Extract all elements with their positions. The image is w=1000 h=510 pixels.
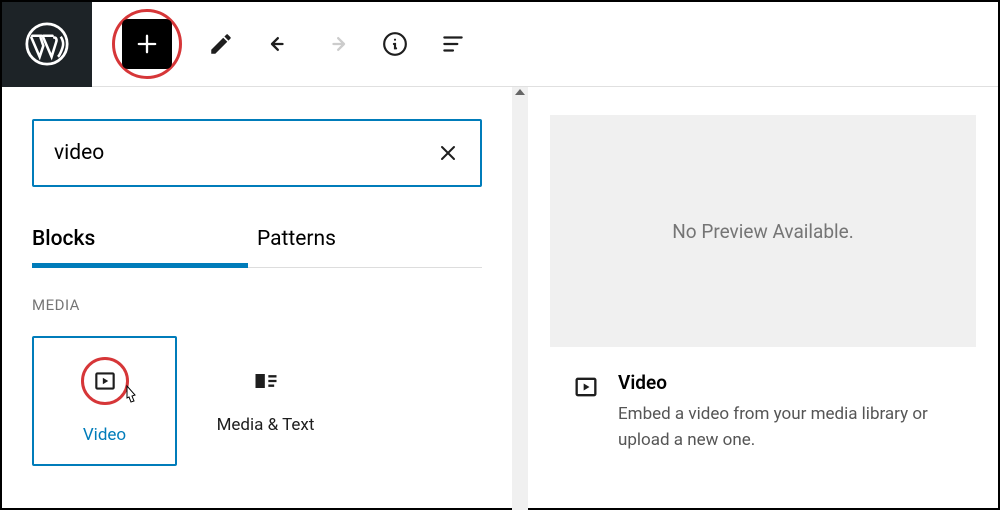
detail-text: Video Embed a video from your media libr… [618,371,954,453]
category-label: MEDIA [32,296,482,314]
block-label: Media & Text [217,415,315,435]
block-item-media-text[interactable]: Media & Text [193,336,338,466]
media-text-icon [252,367,280,395]
scroll-up-icon [515,89,525,95]
top-toolbar [2,2,998,87]
detail-description: Embed a video from your media library or… [618,402,954,453]
toolbar-icons [207,30,467,58]
blocks-grid: Video Media & Text [32,336,482,466]
search-box [32,119,482,187]
clear-search-icon[interactable] [436,141,460,165]
block-item-video[interactable]: Video [32,336,177,466]
preview-empty-text: No Preview Available. [672,220,853,243]
scrollbar[interactable] [512,87,528,510]
inserter-tabs: Blocks Patterns [32,211,482,268]
tab-blocks[interactable]: Blocks [32,211,257,267]
video-icon [91,367,119,395]
info-icon[interactable] [381,30,409,58]
list-view-icon[interactable] [439,30,467,58]
edit-icon[interactable] [207,30,235,58]
preview-box: No Preview Available. [550,115,976,347]
block-detail: Video Embed a video from your media libr… [550,347,976,477]
video-icon [572,373,600,401]
tab-patterns[interactable]: Patterns [257,211,482,267]
search-input[interactable] [54,141,436,165]
content-area: Blocks Patterns MEDIA Video [2,87,998,510]
block-label: Video [83,425,126,445]
wordpress-logo[interactable] [2,2,92,87]
detail-title: Video [618,371,954,394]
block-inserter-panel: Blocks Patterns MEDIA Video [2,87,512,510]
redo-icon [323,30,351,58]
cursor-pointer-icon [119,384,141,415]
add-block-highlight [112,9,182,79]
undo-icon[interactable] [265,30,293,58]
preview-panel: No Preview Available. Video Embed a vide… [528,87,998,510]
add-block-button[interactable] [122,19,172,69]
